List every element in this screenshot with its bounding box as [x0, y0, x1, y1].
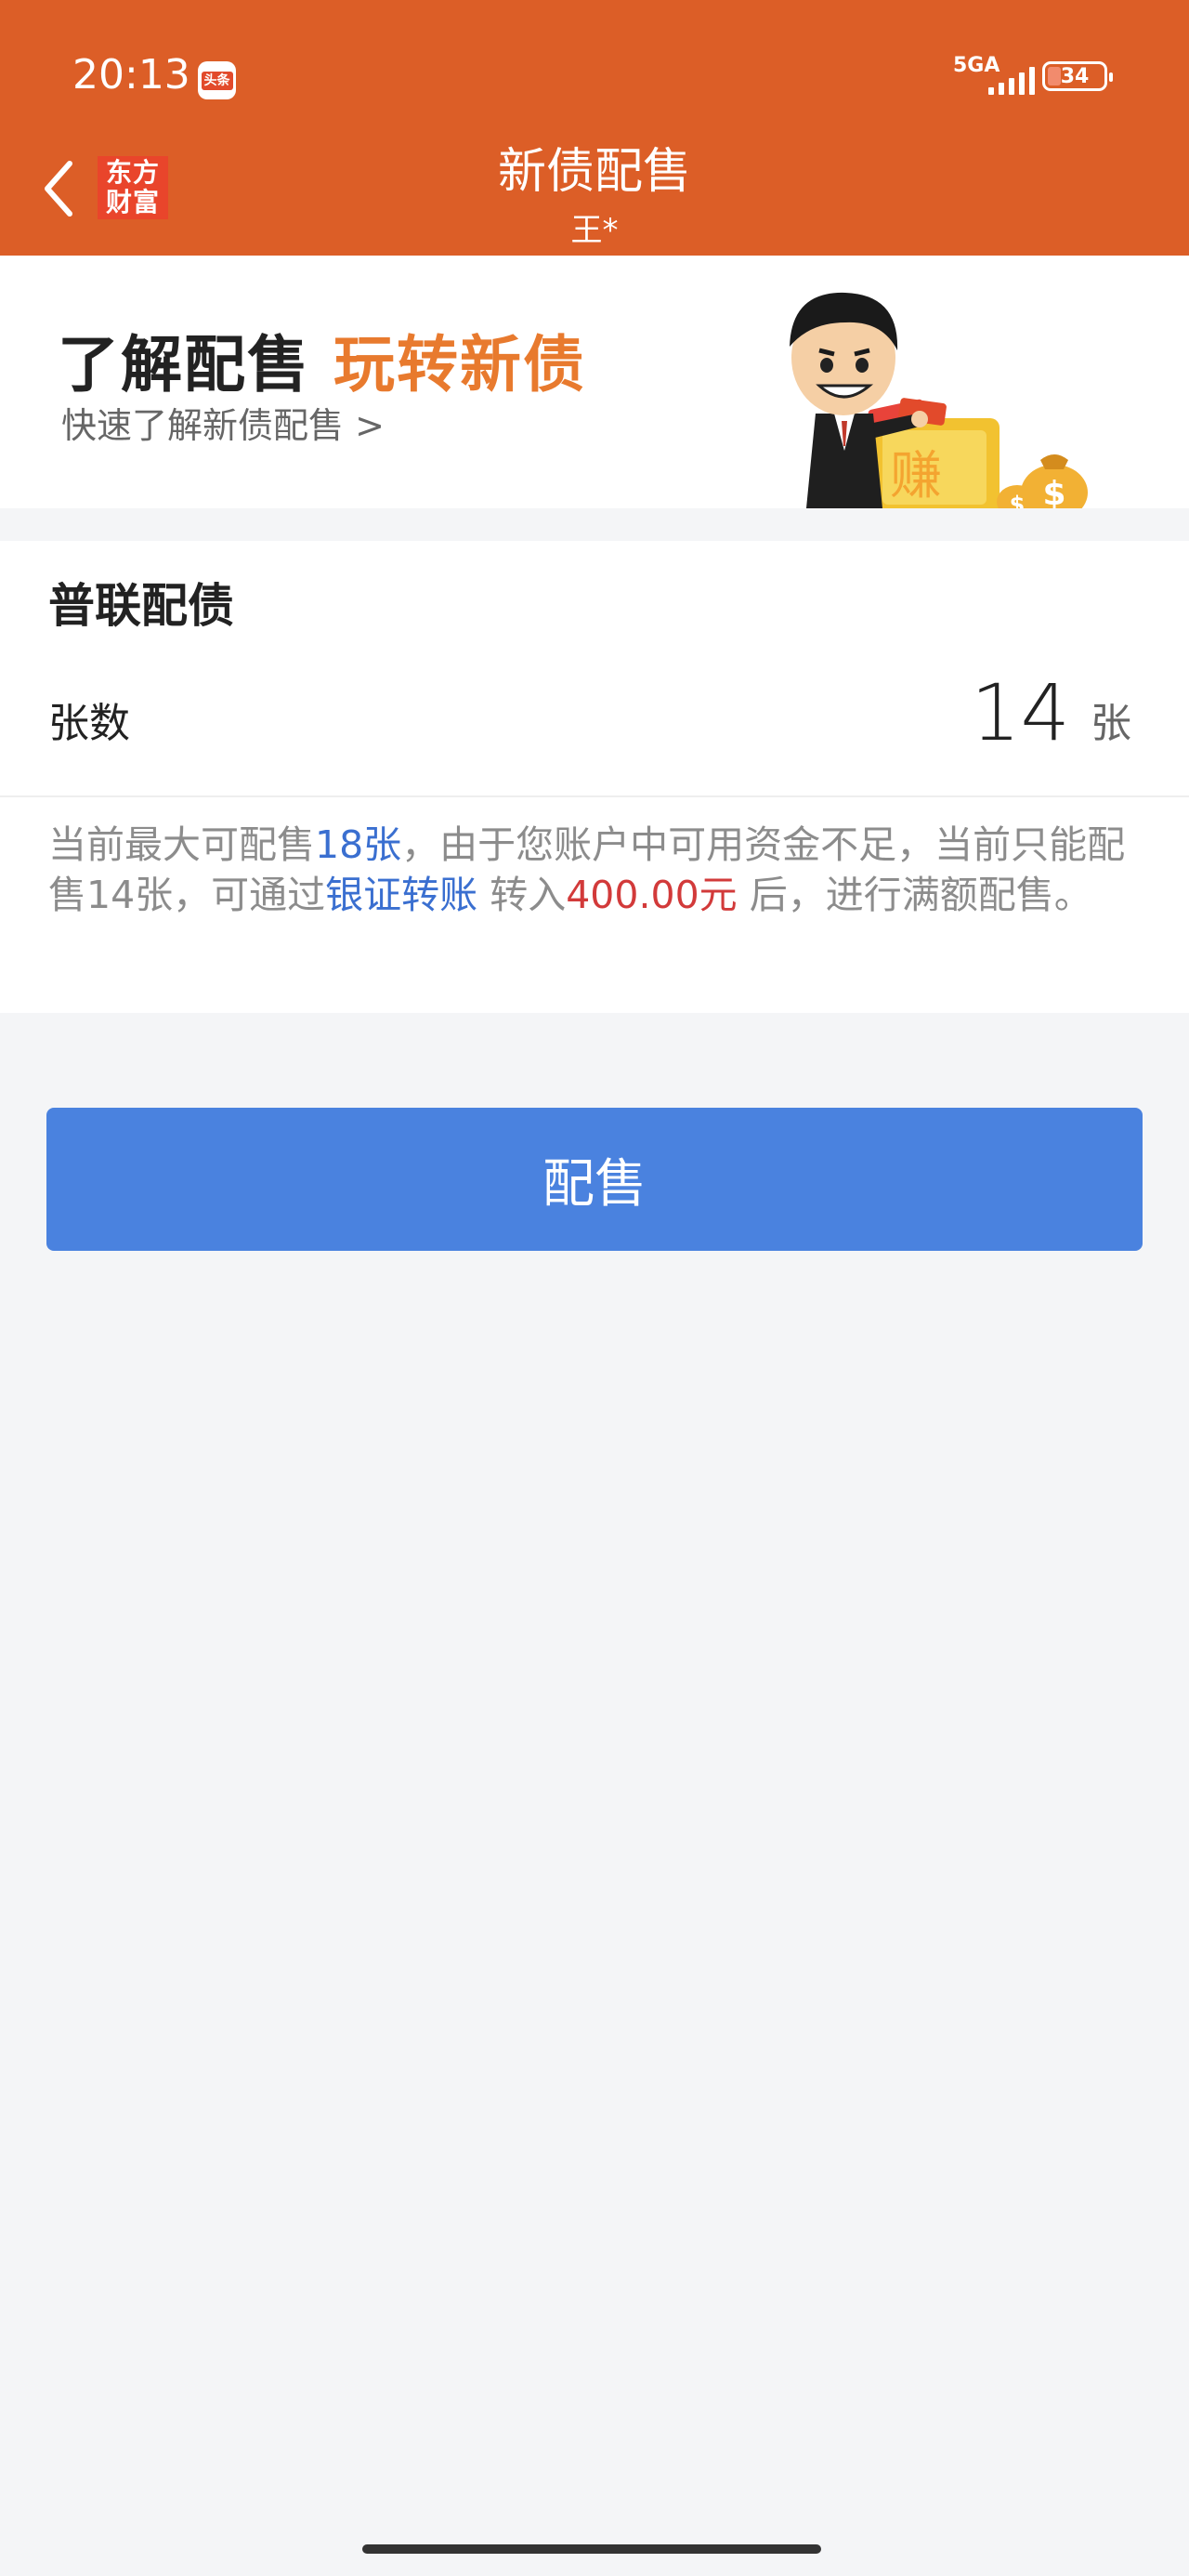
svg-text:$: $ [1042, 475, 1065, 508]
page-title: 新债配售 [497, 144, 691, 200]
bank-transfer-link[interactable]: 银证转账 [325, 873, 477, 917]
notice-max-quantity: 18张 [315, 822, 402, 867]
allotment-card: 普联配债 张数 14 张 当前最大可配售18张，由于您账户中可用资金不足，当前只… [0, 541, 1189, 1013]
allotment-notice: 当前最大可配售18张，由于您账户中可用资金不足，当前只能配售14张，可通过银证转… [48, 820, 1144, 920]
promo-banner[interactable]: 了解配售 玩转新债 快速了解新债配售 > 赚 $ $ [0, 256, 1189, 508]
network-indicator: 5GA [953, 56, 1035, 97]
news-app-icon: 头条 [198, 61, 236, 99]
banner-art-text: 赚 [890, 446, 942, 506]
bond-name: 普联配债 [48, 579, 234, 633]
notice-amount: 400.00元 [566, 873, 738, 917]
notice-text-1: 当前最大可配售 [48, 822, 315, 867]
banner-title-highlight: 玩转新债 [333, 329, 586, 401]
app-header: 20:13 头条 5GA 34 东方 财富 新债配售 王* [0, 0, 1189, 256]
divider [0, 795, 1189, 797]
signal-bars-icon [988, 67, 1035, 95]
notice-text-4: 后，进行满额配售。 [737, 873, 1092, 917]
svg-text:$: $ [1010, 492, 1026, 508]
allot-button[interactable]: 配售 [46, 1108, 1143, 1251]
banner-learn-more-link[interactable]: 快速了解新债配售 > [61, 397, 385, 448]
battery-level: 34 [1060, 64, 1090, 88]
home-indicator[interactable] [362, 2544, 821, 2554]
account-name: 王* [570, 212, 619, 249]
quantity-unit: 张 [1091, 700, 1131, 747]
status-indicators: 5GA 34 [953, 56, 1113, 97]
status-time: 20:13 [72, 51, 190, 99]
banner-title: 了解配售 玩转新债 [58, 315, 586, 404]
quantity-value[interactable]: 14 [971, 667, 1070, 758]
quantity-label: 张数 [48, 700, 130, 747]
mascot-illustration: 赚 $ $ [790, 292, 1088, 508]
notice-text-3: 转入 [477, 873, 567, 917]
news-badge-label: 头条 [201, 71, 233, 90]
banner-title-main: 了解配售 [58, 329, 310, 401]
battery-icon: 34 [1042, 61, 1113, 91]
